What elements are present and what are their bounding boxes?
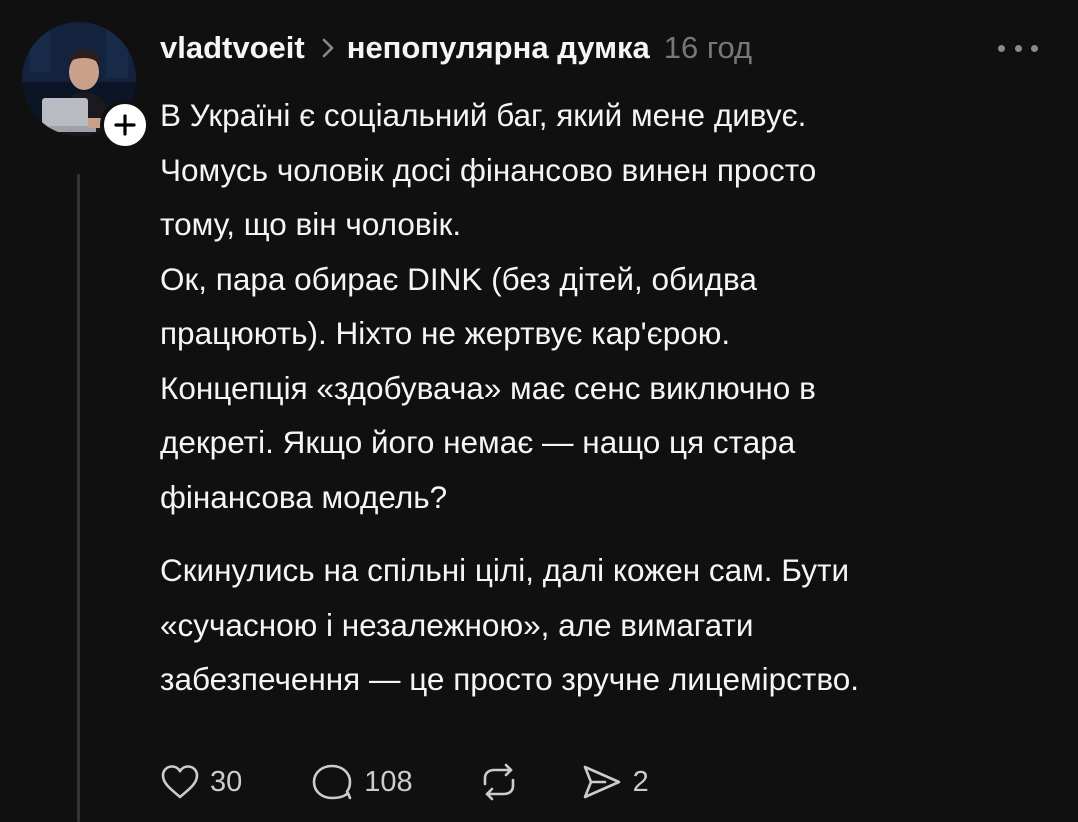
post-paragraph-1: В Україні є соціальний баг, який мене ди… <box>160 88 1060 524</box>
body-line: Чомусь чоловік досі фінансово винен прос… <box>160 151 817 188</box>
body-line: Ок, пара обирає DINK (без дітей, обидва <box>160 260 757 297</box>
send-icon <box>583 765 620 799</box>
reply-count: 108 <box>364 765 413 798</box>
more-dot <box>1014 44 1022 52</box>
more-dot <box>1031 44 1038 52</box>
body-line: Концепція «здобувача» має сенс виключно … <box>160 369 816 406</box>
plus-icon <box>114 114 136 136</box>
avatar-container <box>22 22 150 150</box>
reply-button[interactable]: 108 <box>310 762 413 802</box>
heart-icon <box>161 765 199 799</box>
like-count: 30 <box>210 765 243 798</box>
post-timestamp: 16 год <box>663 30 753 65</box>
share-button[interactable]: 2 <box>579 762 649 802</box>
thread-line <box>77 174 80 822</box>
thread-post: vladtvoeit непопулярна думка 16 год В Ук… <box>0 0 1078 822</box>
chevron-right-icon <box>321 37 335 59</box>
post-body: В Україні є соціальний баг, який мене ди… <box>160 88 1060 707</box>
username-link[interactable]: vladtvoeit <box>160 30 305 66</box>
share-count: 2 <box>632 765 649 798</box>
body-line: фінансова модель? <box>160 478 448 515</box>
comment-icon <box>312 764 352 800</box>
body-line: працюють). Ніхто не жертвує кар'єрою. <box>160 315 731 351</box>
body-line: «сучасною і незалежною», але вимагати <box>160 606 754 643</box>
body-line: забезпечення — це просто зручне лицемірс… <box>160 661 859 697</box>
community-link[interactable]: непопулярна думка <box>347 30 650 66</box>
action-bar: 30 108 2 <box>160 758 649 806</box>
post-paragraph-2: Скинулись на спільні цілі, далі кожен са… <box>160 543 1060 707</box>
like-button[interactable]: 30 <box>160 763 242 801</box>
body-line: В Україні є соціальний баг, який мене ди… <box>160 97 807 133</box>
repost-button[interactable] <box>477 762 521 802</box>
body-line: декреті. Якщо його немає — нащо ця стара <box>160 424 796 460</box>
more-options-button[interactable] <box>998 36 1038 60</box>
repost-icon <box>483 763 514 801</box>
body-line: Скинулись на спільні цілі, далі кожен са… <box>160 552 850 588</box>
follow-button[interactable] <box>100 100 150 150</box>
body-line: тому, що він чоловік. <box>160 206 462 242</box>
post-header: vladtvoeit непопулярна думка 16 год <box>160 26 752 70</box>
more-dot <box>998 44 1005 52</box>
